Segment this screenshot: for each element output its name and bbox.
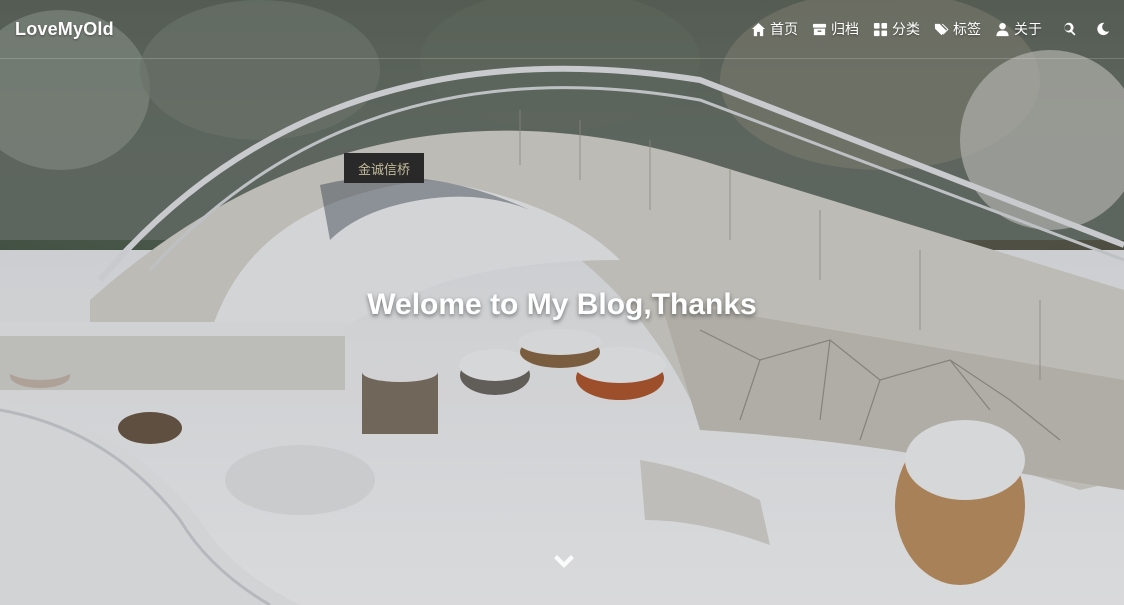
- grid-icon: [873, 22, 888, 36]
- nav-item-tags[interactable]: 标签: [934, 19, 981, 39]
- scroll-down-button[interactable]: [552, 553, 576, 571]
- hero-title: Welome to My Blog,Thanks: [367, 288, 757, 321]
- nav-item-archive[interactable]: 归档: [812, 19, 859, 39]
- tags-icon: [934, 23, 949, 35]
- moon-icon: [1097, 22, 1110, 36]
- search-button[interactable]: [1062, 22, 1076, 36]
- nav-item-categories[interactable]: 分类: [873, 19, 920, 39]
- nav-item-about[interactable]: 关于: [995, 19, 1042, 39]
- nav-item-label: 归档: [831, 21, 859, 37]
- nav-item-home[interactable]: 首页: [751, 19, 798, 39]
- search-icon: [1064, 22, 1076, 36]
- site-brand[interactable]: LoveMyOld: [15, 19, 114, 40]
- nav-item-label: 首页: [770, 21, 798, 37]
- nav-menu: 首页 归档 分类 标签 关于: [737, 19, 1110, 39]
- theme-toggle-button[interactable]: [1096, 22, 1110, 36]
- nav-item-label: 标签: [953, 21, 981, 37]
- chevron-down-icon: [554, 555, 574, 568]
- user-icon: [996, 22, 1009, 36]
- nav-item-label: 分类: [892, 21, 920, 37]
- home-icon: [751, 22, 766, 36]
- archive-icon: [812, 23, 827, 35]
- nav-item-label: 关于: [1014, 21, 1042, 37]
- top-navbar: LoveMyOld 首页 归档 分类 标签 关于: [0, 0, 1124, 59]
